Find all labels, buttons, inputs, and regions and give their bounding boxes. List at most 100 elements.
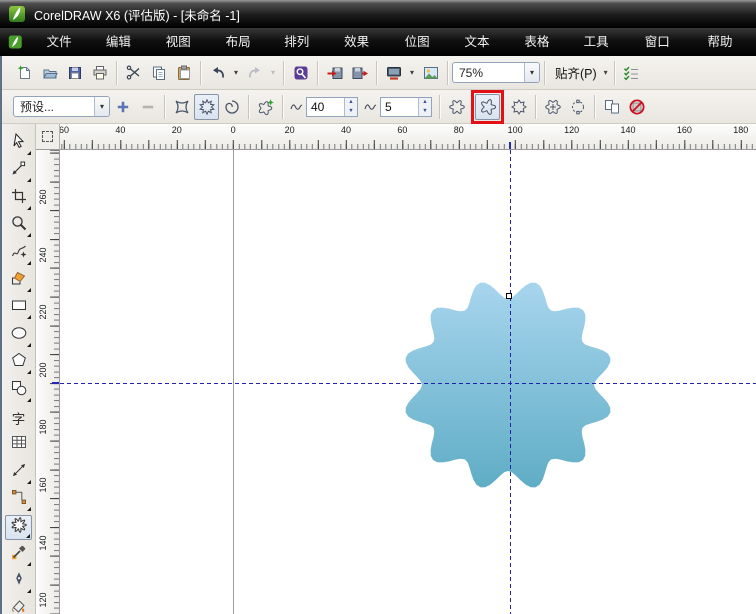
delete-preset-button[interactable] — [135, 94, 160, 120]
coreldraw-logo-icon — [8, 5, 26, 23]
vertical-ruler[interactable]: 260240220200180160140120 — [36, 150, 60, 614]
welcome-screen-button[interactable] — [418, 60, 443, 86]
menu-bitmaps[interactable]: 位图(B) — [393, 28, 453, 56]
basic-shapes-tool[interactable] — [5, 378, 32, 403]
new-document-button[interactable] — [12, 60, 37, 86]
menu-window[interactable]: 窗口(W) — [633, 28, 696, 56]
snap-to-button[interactable]: 贴齐(P)▾ — [549, 63, 610, 82]
menu-tools[interactable]: 工具(O) — [572, 28, 633, 56]
application-launcher-button[interactable] — [381, 60, 406, 86]
ruler-origin[interactable] — [36, 124, 60, 150]
menu-layout[interactable]: 布局(L) — [214, 28, 273, 56]
menu-help[interactable]: 帮助(H) — [696, 28, 756, 56]
distort-tool[interactable] — [5, 515, 32, 540]
color-eyedropper-tool[interactable] — [5, 542, 32, 567]
zoom-level-combo[interactable]: 75%▾ — [452, 62, 540, 83]
push-pull-icon — [174, 99, 190, 115]
menu-file[interactable]: 文件(F) — [35, 28, 94, 56]
spin-up-icon[interactable]: ▲ — [345, 98, 357, 107]
search-content-button[interactable] — [288, 60, 313, 86]
menu-edit[interactable]: 编辑(E) — [94, 28, 154, 56]
copy-button[interactable] — [146, 60, 171, 86]
paste-button[interactable] — [171, 60, 196, 86]
pick-tool[interactable] — [5, 131, 32, 156]
menu-view[interactable]: 视图(V) — [154, 28, 214, 56]
application-launcher-dropdown[interactable]: ▾ — [406, 60, 418, 86]
center-distortion-button[interactable] — [540, 94, 565, 120]
table-icon — [11, 434, 27, 455]
menu-effects[interactable]: 效果(C) — [332, 28, 392, 56]
document-app-icon[interactable] — [8, 34, 23, 50]
frequency-spinner-arrows[interactable]: ▲▼ — [418, 98, 431, 116]
spin-up-icon[interactable]: ▲ — [419, 98, 431, 107]
paste-icon — [176, 65, 192, 81]
save-button[interactable] — [62, 60, 87, 86]
table-tool[interactable] — [5, 432, 32, 457]
freehand-tool[interactable] — [5, 241, 32, 266]
open-button[interactable] — [37, 60, 62, 86]
chevron-down-icon[interactable]: ▾ — [94, 97, 109, 116]
polygon-tool[interactable] — [5, 350, 32, 375]
cut-button[interactable] — [121, 60, 146, 86]
ruler-label: 20 — [172, 125, 182, 135]
vertical-guideline[interactable] — [510, 150, 511, 614]
spin-down-icon[interactable]: ▼ — [419, 107, 431, 116]
spin-down-icon[interactable]: ▼ — [345, 107, 357, 116]
undo-dropdown[interactable]: ▾ — [230, 60, 242, 86]
frequency-spinner[interactable]: 5▲▼ — [364, 97, 432, 117]
ruler-label: 120 — [38, 593, 48, 608]
amplitude-spinner[interactable]: 40▲▼ — [290, 97, 358, 117]
menu-table[interactable]: 表格(T) — [512, 28, 571, 56]
redo-button[interactable] — [242, 60, 267, 86]
twister-distortion-button[interactable] — [219, 94, 244, 120]
horizontal-guideline[interactable] — [60, 383, 756, 384]
star-shape[interactable] — [60, 150, 756, 614]
ruler-label: 60 — [397, 125, 407, 135]
crop-tool[interactable] — [5, 186, 32, 211]
push-pull-distortion-button[interactable] — [169, 94, 194, 120]
export-button[interactable] — [347, 60, 372, 86]
preset-combo[interactable]: 预设...▾ — [13, 96, 110, 117]
dimension-icon — [11, 462, 27, 483]
save-icon — [67, 65, 83, 81]
dimension-tool[interactable] — [5, 460, 32, 485]
smart-fill-tool[interactable] — [5, 268, 32, 293]
menu-text[interactable]: 文本(X) — [452, 28, 512, 56]
zipper-distortion-button[interactable] — [194, 94, 219, 120]
add-preset-button[interactable] — [110, 94, 135, 120]
text-tool[interactable]: 字 — [5, 405, 32, 430]
import-button[interactable] — [322, 60, 347, 86]
connector-tool[interactable] — [5, 487, 32, 512]
ruler-label: 40 — [115, 125, 125, 135]
local-distortion-button[interactable] — [506, 94, 531, 120]
toolbar-separator — [614, 61, 615, 85]
drawing-canvas[interactable] — [60, 150, 756, 614]
menu-arrange[interactable]: 排列(A) — [272, 28, 332, 56]
frequency-spinner-input[interactable]: 5▲▼ — [380, 97, 432, 117]
toolbar-separator — [116, 61, 117, 85]
amplitude-spinner-arrows[interactable]: ▲▼ — [344, 98, 357, 116]
print-button[interactable] — [87, 60, 112, 86]
redo-dropdown[interactable]: ▾ — [267, 60, 279, 86]
random-distortion-button[interactable] — [444, 94, 469, 120]
amplitude-spinner-input[interactable]: 40▲▼ — [306, 97, 358, 117]
smooth-distortion-button[interactable] — [475, 94, 500, 120]
convert-to-curves-button[interactable] — [565, 94, 590, 120]
rectangle-tool[interactable] — [5, 295, 32, 320]
copy-icon — [151, 65, 167, 81]
horizontal-ruler[interactable]: 604020020406080100120140160180 — [60, 124, 756, 150]
copy-distortion-button[interactable] — [599, 94, 624, 120]
options-button[interactable] — [619, 60, 644, 86]
distortion-node-handle[interactable] — [506, 293, 512, 299]
new-distortion-button[interactable] — [253, 94, 278, 120]
shape-tool[interactable] — [5, 158, 32, 183]
clear-distortion-button[interactable] — [624, 94, 649, 120]
zoom-tool[interactable] — [5, 213, 32, 238]
chevron-down-icon[interactable]: ▾ — [524, 63, 539, 82]
fill-tool[interactable] — [5, 597, 32, 614]
freehand-icon — [11, 243, 27, 264]
ellipse-tool[interactable] — [5, 323, 32, 348]
undo-button[interactable] — [205, 60, 230, 86]
smooth-distortion-icon — [480, 99, 496, 115]
outline-pen-tool[interactable] — [5, 569, 32, 594]
